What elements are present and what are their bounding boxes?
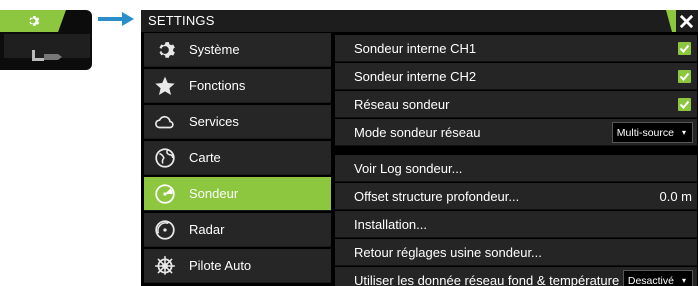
- checkbox[interactable]: [678, 98, 691, 111]
- settings-window: SETTINGS Système Fonctions Services Cart…: [141, 10, 698, 286]
- sidebar-item-label: Services: [189, 114, 239, 129]
- setting-row-installation[interactable]: Installation...: [335, 211, 697, 238]
- sidebar-item-label: Fonctions: [189, 78, 246, 93]
- sidebar-item-label: Système: [189, 42, 240, 57]
- mini-settings-tab[interactable]: [0, 10, 66, 32]
- chevron-down-icon: ▾: [681, 276, 686, 285]
- radar-icon: [151, 216, 179, 244]
- dropdown-value: Multi-source: [616, 126, 674, 139]
- checkbox[interactable]: [678, 42, 691, 55]
- offset-value: 0.0 m: [659, 188, 692, 204]
- sidebar-item-carte[interactable]: Carte: [144, 141, 331, 175]
- setting-label: Offset structure profondeur...: [354, 188, 520, 204]
- setting-label: Retour réglages usine sondeur...: [354, 244, 542, 260]
- setting-row-voir-log-sondeur[interactable]: Voir Log sondeur...: [335, 155, 697, 182]
- checkbox[interactable]: [678, 70, 691, 83]
- setting-label: Installation...: [354, 216, 427, 232]
- helm-icon: [151, 252, 179, 280]
- setting-label: Utiliser les donnée réseau fond & tempér…: [354, 272, 620, 286]
- cloud-icon: [151, 108, 179, 136]
- sidebar-item-radar[interactable]: Radar: [144, 213, 331, 247]
- gear-icon: [29, 15, 40, 26]
- setting-row-reseau-sondeur[interactable]: Réseau sondeur: [335, 91, 697, 118]
- setting-row-donnee-reseau-fond[interactable]: Utiliser les donnée réseau fond & tempér…: [335, 267, 697, 286]
- gear-icon: [151, 36, 179, 64]
- transducer-icon: [32, 50, 62, 61]
- chevron-down-icon: ▾: [681, 128, 686, 137]
- sidebar-item-fonctions[interactable]: Fonctions: [144, 69, 331, 103]
- sidebar-item-label: Carte: [189, 150, 221, 165]
- title-bar: SETTINGS: [141, 10, 698, 32]
- setting-row-sondeur-interne-ch2[interactable]: Sondeur interne CH2: [335, 63, 697, 90]
- sidebar-item-label: Pilote Auto: [189, 258, 252, 273]
- close-icon: [679, 14, 693, 28]
- setting-label: Voir Log sondeur...: [354, 160, 463, 176]
- sidebar-item-pilote-auto[interactable]: Pilote Auto: [144, 249, 331, 283]
- setting-label: Réseau sondeur: [354, 96, 450, 112]
- star-icon: [151, 72, 179, 100]
- sidebar-item-label: Sondeur: [189, 186, 239, 201]
- mode-dropdown[interactable]: Multi-source ▾: [611, 122, 693, 143]
- title-accent: [666, 10, 676, 32]
- setting-label: Sondeur interne CH2: [354, 68, 477, 84]
- check-icon: [679, 72, 690, 81]
- setting-row-offset-structure[interactable]: Offset structure profondeur... 0.0 m: [335, 183, 697, 210]
- fond-temperature-dropdown[interactable]: Desactivé ▾: [622, 270, 693, 286]
- check-icon: [679, 44, 690, 53]
- sonar-icon: [151, 180, 179, 208]
- sidebar-item-services[interactable]: Services: [144, 105, 331, 139]
- setting-label: Mode sondeur réseau: [354, 124, 481, 140]
- sidebar-item-label: Radar: [189, 222, 225, 237]
- setting-label: Sondeur interne CH1: [354, 40, 477, 56]
- setting-row-sondeur-interne-ch1[interactable]: Sondeur interne CH1: [335, 35, 697, 62]
- globe-icon: [151, 144, 179, 172]
- settings-list: Sondeur interne CH1 Sondeur interne CH2 …: [331, 32, 698, 286]
- arrow-right-icon: [98, 12, 134, 26]
- mini-panel: [0, 10, 92, 70]
- setting-row-mode-sondeur-reseau[interactable]: Mode sondeur réseau Multi-source ▾: [335, 119, 697, 146]
- window-title: SETTINGS: [148, 13, 215, 28]
- dropdown-value: Desactivé: [627, 274, 674, 286]
- close-button[interactable]: [676, 10, 696, 32]
- sidebar-item-sondeur[interactable]: Sondeur: [144, 177, 331, 211]
- sidebar-item-systeme[interactable]: Système: [144, 33, 331, 67]
- check-icon: [679, 100, 690, 109]
- settings-sidebar: Système Fonctions Services Carte Sondeur: [141, 32, 331, 286]
- setting-row-retour-reglages-usine[interactable]: Retour réglages usine sondeur...: [335, 239, 697, 266]
